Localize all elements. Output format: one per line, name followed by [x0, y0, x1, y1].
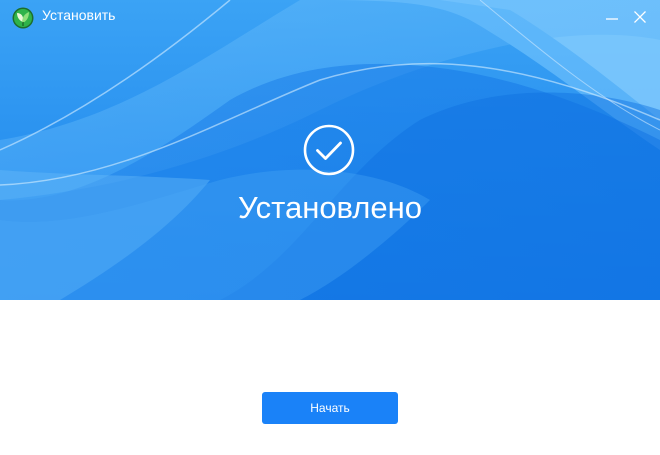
minimize-icon[interactable]: [603, 8, 621, 26]
window-title: Установить: [42, 7, 116, 23]
title-bar[interactable]: Установить: [0, 0, 660, 34]
install-status-text: Установлено: [237, 190, 423, 225]
close-icon[interactable]: [631, 8, 649, 26]
leaf-logo-icon: [12, 7, 34, 29]
check-circle-icon: [303, 124, 355, 176]
start-button[interactable]: Начать: [262, 392, 398, 424]
installer-window: Установить Установлено Начать: [0, 0, 660, 455]
